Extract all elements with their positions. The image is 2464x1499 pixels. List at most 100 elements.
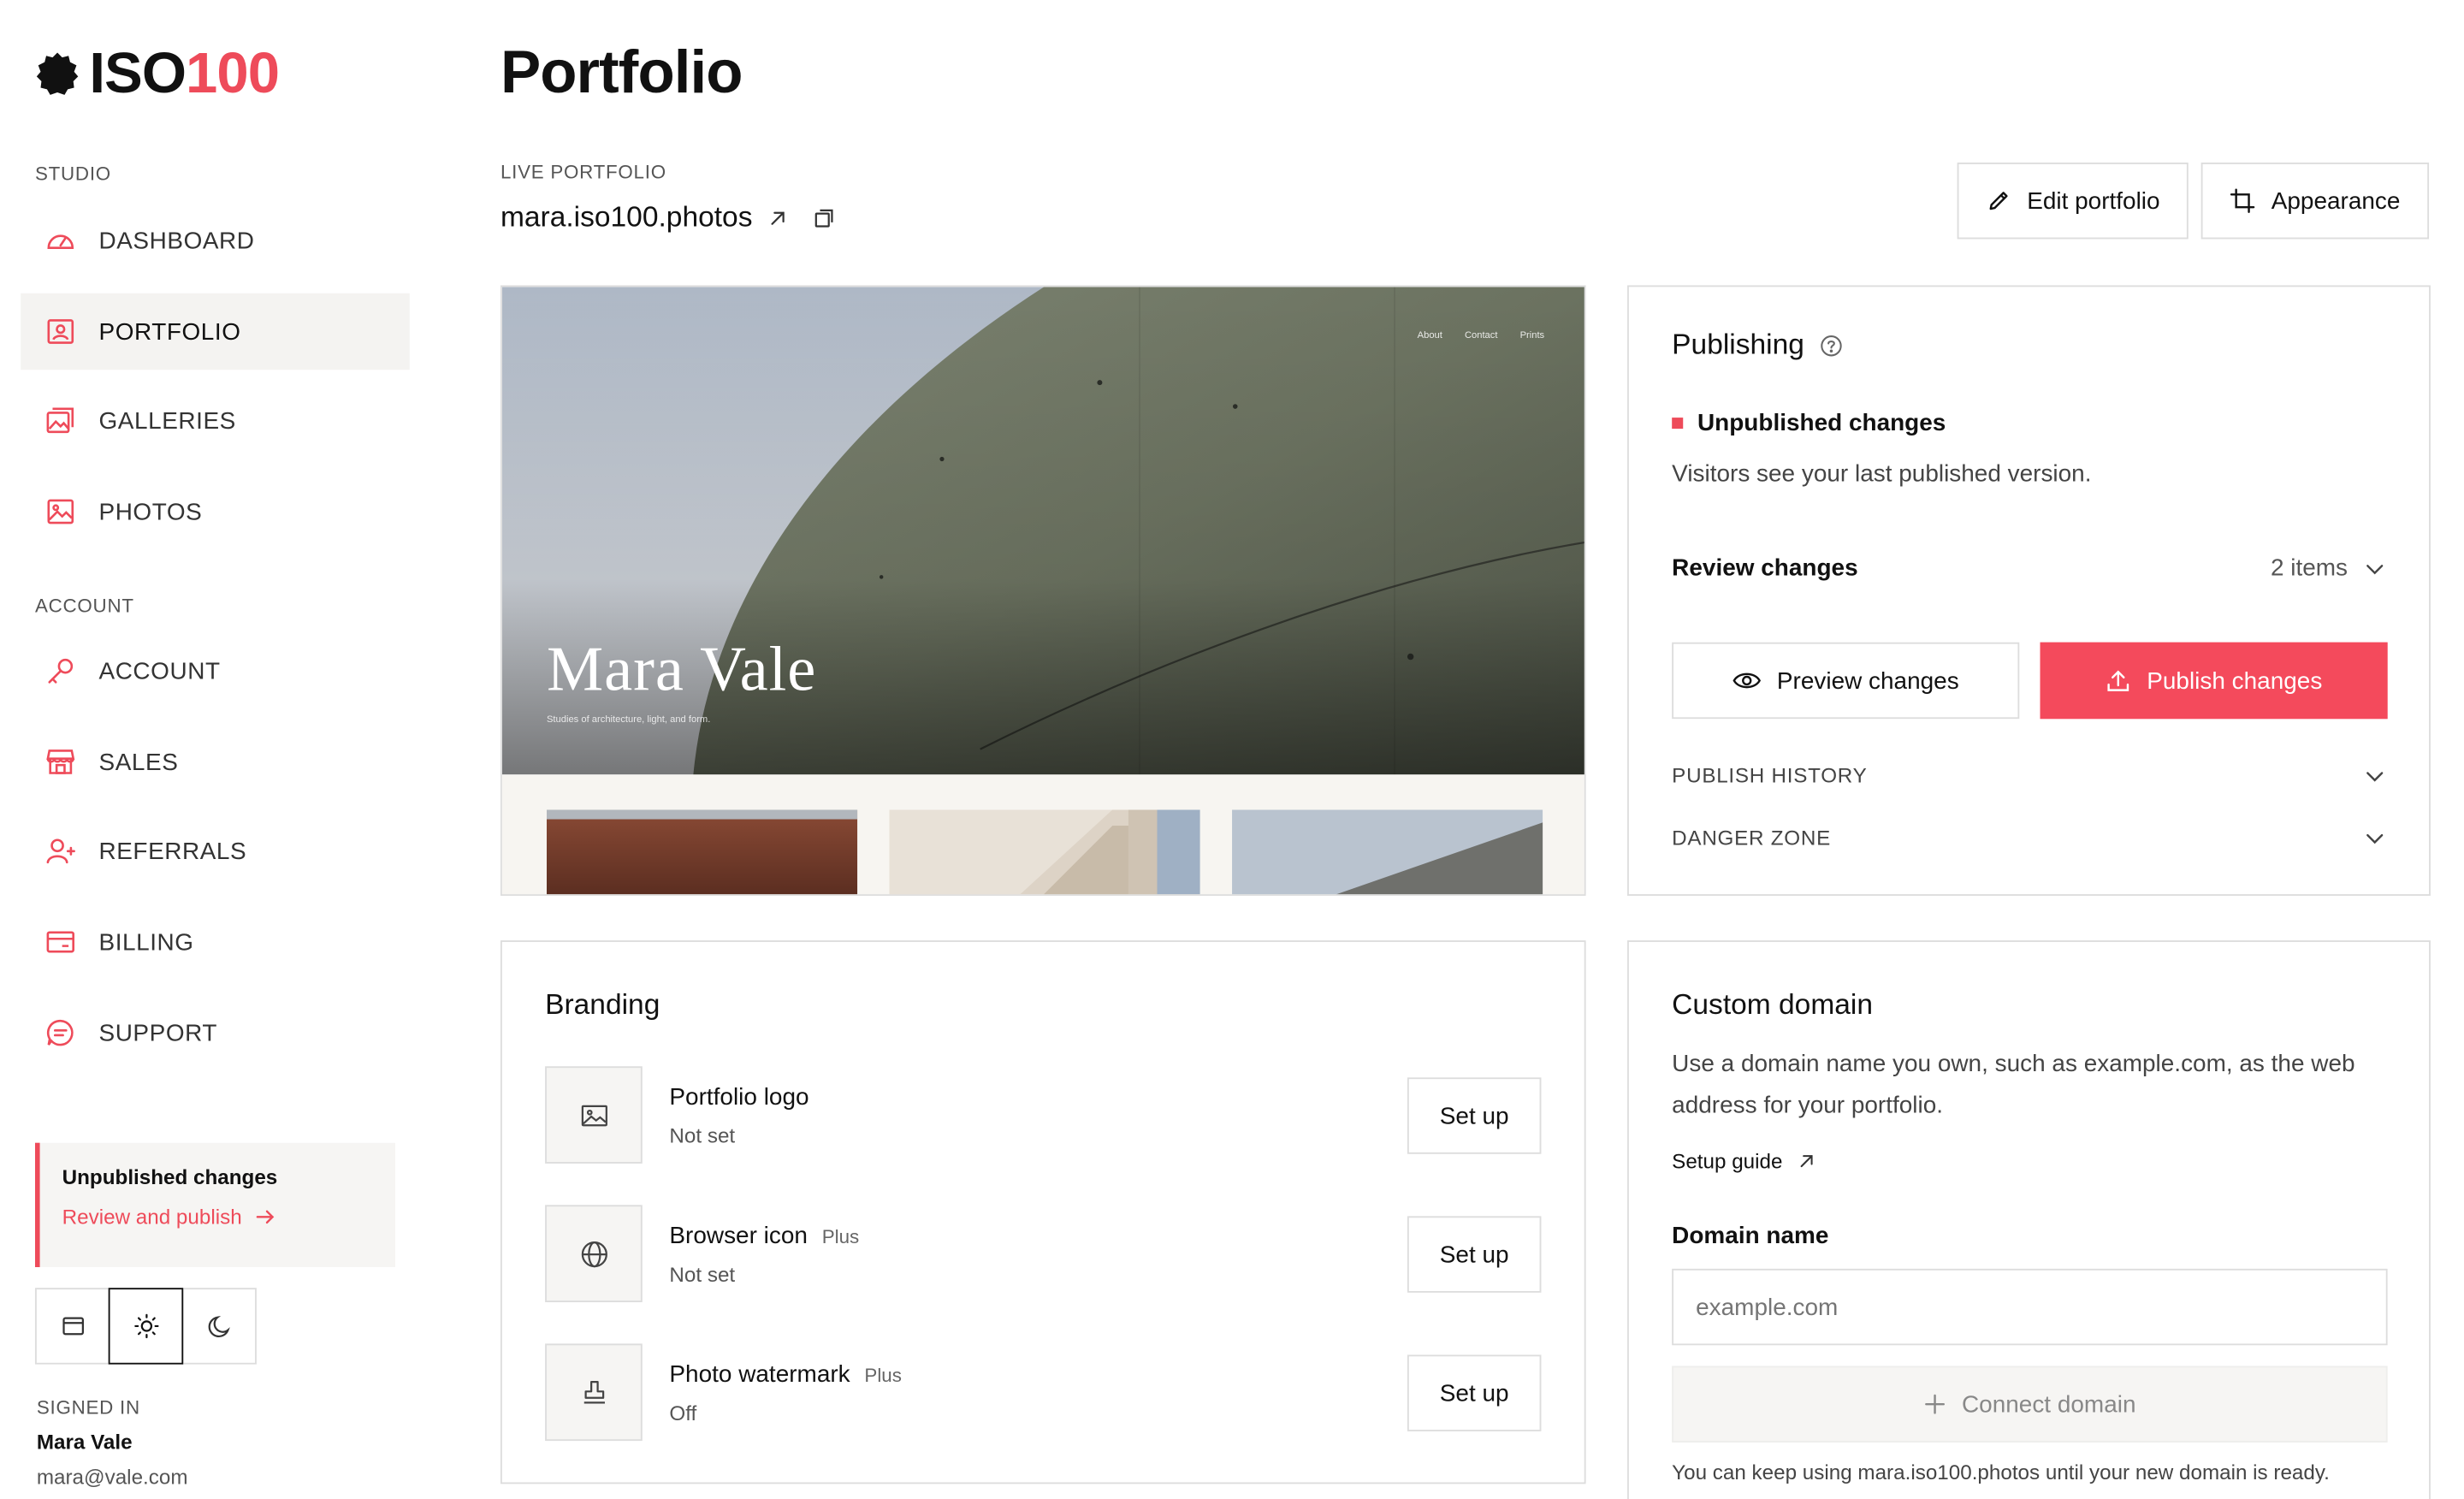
user-plus-icon: [44, 835, 76, 867]
account-section-label: ACCOUNT: [34, 594, 134, 617]
live-url-link[interactable]: mara.iso100.photos: [500, 201, 753, 234]
branding-row-name: Photo watermark: [669, 1360, 850, 1388]
danger-zone-label: DANGER ZONE: [1672, 825, 1832, 850]
chevron-down-icon: [2364, 557, 2386, 579]
branding-card: Branding Portfolio logo Not set Set up B…: [500, 940, 1586, 1484]
app-logo[interactable]: ISO100: [35, 44, 280, 102]
preview-site-subtitle: Studies of architecture, light, and form…: [546, 715, 711, 726]
publish-history-label: PUBLISH HISTORY: [1672, 763, 1868, 788]
copy-icon[interactable]: [813, 206, 835, 228]
publish-history-accordion[interactable]: PUBLISH HISTORY: [1672, 763, 2386, 787]
help-icon[interactable]: [1821, 334, 1843, 356]
portfolio-icon: [44, 316, 76, 347]
preview-changes-label: Preview changes: [1776, 667, 1959, 695]
branding-row-name: Browser icon: [669, 1221, 808, 1249]
sidebar-item-label: BILLING: [98, 928, 194, 956]
sidebar-item-label: PORTFOLIO: [98, 317, 241, 346]
setup-guide-label: Setup guide: [1672, 1149, 1783, 1174]
eye-icon: [1732, 669, 1762, 691]
user-name: Mara Vale: [36, 1430, 133, 1454]
sidebar-item-referrals[interactable]: REFERRALS: [21, 813, 410, 889]
preview-site-title: Mara Vale: [546, 632, 817, 705]
branding-title: Branding: [545, 987, 660, 1021]
theme-light-button[interactable]: [108, 1288, 184, 1365]
sidebar-item-galleries[interactable]: GALLERIES: [21, 382, 410, 459]
theme-dark-button[interactable]: [181, 1288, 257, 1365]
preview-site-nav: About Contact Prints: [1418, 331, 1545, 341]
chevron-down-icon: [2364, 827, 2386, 849]
setup-logo-button[interactable]: Set up: [1407, 1077, 1542, 1154]
plus-badge: Plus: [864, 1363, 902, 1386]
photo-icon: [44, 495, 76, 527]
aperture-logo-icon: [35, 51, 80, 96]
upload-icon: [2106, 668, 2131, 694]
branding-row-status: Not set: [669, 1123, 736, 1147]
preview-nav-item: Contact: [1464, 331, 1498, 341]
preview-thumbnail: [546, 809, 858, 895]
publish-changes-label: Publish changes: [2147, 667, 2323, 695]
arrow-right-icon: [255, 1206, 275, 1227]
studio-section-label: STUDIO: [34, 163, 111, 186]
preview-hero-image: About Contact Prints Mara Vale Studies o…: [501, 287, 1584, 775]
sidebar-item-billing[interactable]: BILLING: [21, 904, 410, 980]
setup-browser-icon-button[interactable]: Set up: [1407, 1216, 1542, 1293]
theme-switcher: [34, 1288, 257, 1365]
chat-icon: [44, 1017, 76, 1049]
sidebar-item-label: REFERRALS: [98, 837, 247, 865]
preview-changes-button[interactable]: Preview changes: [1672, 642, 2020, 720]
sidebar-item-account[interactable]: ACCOUNT: [21, 633, 410, 709]
crop-icon: [2230, 188, 2255, 214]
unpublished-notice: Unpublished changes Review and publish: [34, 1142, 395, 1268]
external-link-icon[interactable]: [768, 208, 787, 227]
plus-icon: [1923, 1393, 1946, 1415]
sidebar-item-label: SALES: [98, 748, 179, 776]
user-email: mara@vale.com: [36, 1465, 188, 1489]
galleries-icon: [44, 405, 76, 436]
setup-guide-link[interactable]: Setup guide: [1672, 1149, 2386, 1173]
notice-title: Unpublished changes: [62, 1164, 278, 1189]
domain-name-label: Domain name: [1672, 1222, 1829, 1250]
custom-domain-title: Custom domain: [1672, 987, 1874, 1021]
appearance-button[interactable]: Appearance: [2200, 163, 2430, 240]
sun-icon: [133, 1313, 159, 1339]
custom-domain-description: Use a domain name you own, such as examp…: [1672, 1050, 2355, 1119]
appearance-label: Appearance: [2271, 187, 2401, 215]
sidebar-item-label: ACCOUNT: [98, 657, 221, 685]
review-and-publish-label: Review and publish: [62, 1205, 242, 1229]
review-and-publish-link[interactable]: Review and publish: [62, 1205, 373, 1229]
store-icon: [44, 746, 76, 778]
live-portfolio-label: LIVE PORTFOLIO: [500, 161, 666, 184]
review-changes-row[interactable]: Review changes 2 items: [1672, 554, 2386, 582]
gauge-icon: [44, 225, 76, 257]
review-changes-label: Review changes: [1672, 554, 1858, 582]
domain-name-input[interactable]: [1672, 1268, 2388, 1346]
portfolio-preview[interactable]: About Contact Prints Mara Vale Studies o…: [500, 285, 1586, 896]
branding-row-logo: Portfolio logo Not set Set up: [545, 1066, 1542, 1164]
theme-system-button[interactable]: [34, 1288, 110, 1365]
sidebar-item-portfolio[interactable]: PORTFOLIO: [21, 293, 410, 370]
sidebar-item-label: PHOTOS: [98, 498, 203, 525]
sidebar-item-photos[interactable]: PHOTOS: [21, 473, 410, 549]
sidebar-item-label: DASHBOARD: [98, 227, 255, 255]
image-icon: [545, 1066, 643, 1164]
live-portfolio-url: mara.iso100.photos: [500, 201, 835, 234]
sidebar-item-label: GALLERIES: [98, 406, 236, 435]
publish-changes-button[interactable]: Publish changes: [2040, 642, 2388, 720]
pencil-icon: [1986, 188, 2011, 214]
sidebar-item-dashboard[interactable]: DASHBOARD: [21, 203, 410, 279]
publishing-card: Publishing Unpublished changes Visitors …: [1627, 285, 2431, 896]
signed-in-label: SIGNED IN: [36, 1395, 140, 1419]
sidebar-item-sales[interactable]: SALES: [21, 724, 410, 800]
branding-row-watermark: Photo watermark Plus Off Set up: [545, 1343, 1542, 1442]
preview-thumbnail: [1232, 809, 1543, 895]
setup-watermark-button[interactable]: Set up: [1407, 1354, 1542, 1431]
sidebar-item-support[interactable]: SUPPORT: [21, 994, 410, 1070]
branding-row-status: Off: [669, 1400, 697, 1425]
edit-portfolio-button[interactable]: Edit portfolio: [1957, 163, 2189, 240]
external-link-icon: [1798, 1152, 1815, 1170]
status-indicator: [1672, 418, 1684, 430]
publish-description: Visitors see your last published version…: [1672, 460, 2092, 489]
danger-zone-accordion[interactable]: DANGER ZONE: [1672, 826, 2386, 850]
logo-text-main: ISO: [89, 39, 187, 105]
connect-domain-button[interactable]: Connect domain: [1672, 1366, 2388, 1443]
